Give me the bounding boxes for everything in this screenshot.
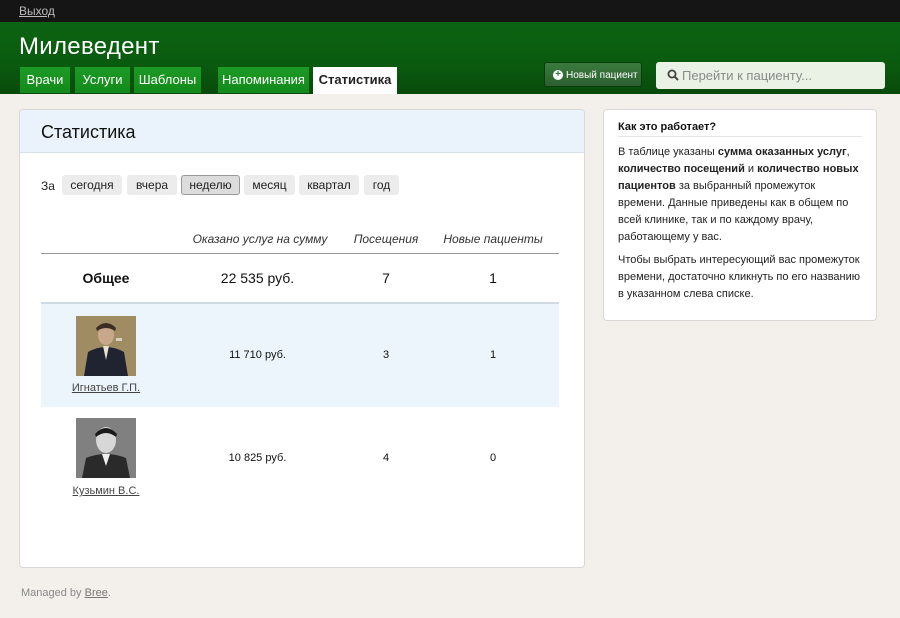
search-icon [667,69,679,81]
doctor-link-ignatiev[interactable]: Игнатьев Г.П. [61,382,151,394]
help-bold-sum: сумма оказанных услуг [717,146,847,158]
period-quarter[interactable]: квартал [299,175,359,195]
doctor-sum: 10 825 руб. [228,452,287,464]
help-panel: Как это работает? В таблице указаны сумм… [603,109,877,321]
tab-statistics[interactable]: Статистика [313,67,397,94]
total-label: Общее [82,270,130,286]
tab-doctors[interactable]: Врачи [20,67,70,93]
period-week[interactable]: неделю [181,175,240,195]
help-paragraph-2: Чтобы выбрать интересующий вас промежуто… [618,254,861,300]
column-header-new-patients: Новые пациенты [443,232,543,246]
help-text: В таблице указаны [618,146,718,158]
tab-services[interactable]: Услуги [75,67,130,93]
total-visits: 7 [382,270,390,286]
doctor-visits: 3 [382,349,390,361]
tab-reminders[interactable]: Напоминания [218,67,309,93]
period-year[interactable]: год [364,175,399,195]
app-title: Милеведент [19,33,160,60]
doctor-sum: 11 710 руб. [229,349,286,361]
period-yesterday[interactable]: вчера [127,175,177,195]
footer-text: Managed by [21,587,85,599]
new-patient-button[interactable]: + Новый пациент [544,62,642,87]
search-input[interactable] [682,62,880,89]
help-text: , [846,146,850,158]
page-title: Статистика [41,122,136,142]
period-today[interactable]: сегодня [62,175,122,195]
doctor-visits: 4 [382,452,390,464]
doctor-photo-ignatiev [76,316,136,376]
tab-templates[interactable]: Шаблоны [134,67,201,93]
table-header-divider [41,253,559,254]
help-text: и [744,163,758,175]
doctor-new-patients: 0 [489,452,497,464]
total-sum: 22 535 руб. [220,270,295,286]
statistics-panel: Статистика За сегодня вчера неделю месяц… [19,109,585,568]
column-header-visits: Посещения [353,232,419,246]
period-month[interactable]: месяц [244,175,295,195]
top-bar: Выход [0,0,900,22]
help-title: Как это работает? [618,121,717,133]
doctor-new-patients: 1 [489,349,497,361]
doctor-link-kuzmin[interactable]: Кузьмин В.С. [61,485,151,497]
new-patient-label: Новый пациент [566,70,638,81]
footer: Managed by Bree. [21,587,111,599]
period-label: За [41,179,55,193]
plus-icon: + [553,70,563,80]
column-header-sum: Оказано услуг на сумму [192,232,328,246]
help-divider [618,136,862,137]
logout-link[interactable]: Выход [19,4,55,18]
header: Милеведент Врачи Услуги Шаблоны Напомина… [0,22,900,94]
help-paragraph-1: В таблице указаны сумма оказанных услуг,… [618,144,864,246]
footer-bree-link[interactable]: Bree [85,587,108,599]
footer-dot: . [107,587,111,599]
patient-search[interactable] [656,62,885,89]
total-new-patients: 1 [489,270,497,286]
doctor-photo-kuzmin [76,418,136,478]
help-bold-visits: количество посещений [618,163,745,175]
